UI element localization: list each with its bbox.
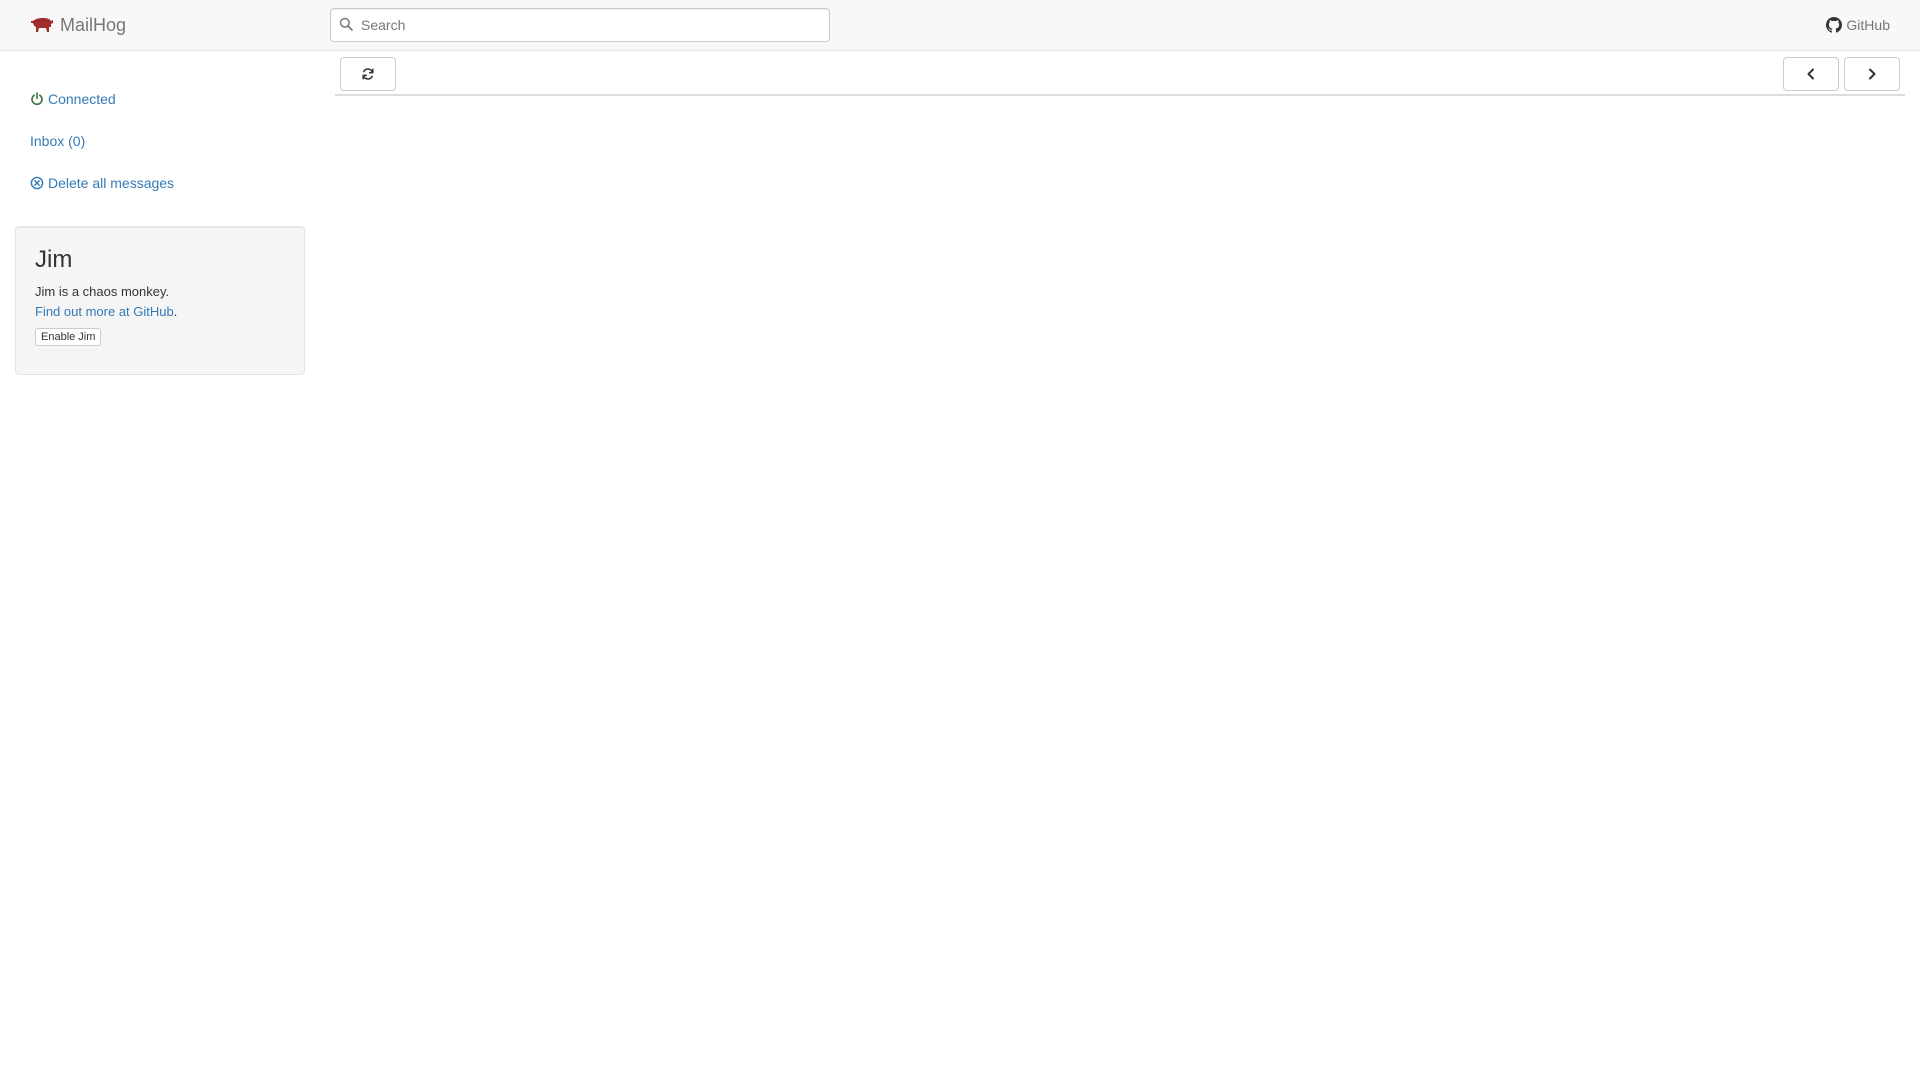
brand-link[interactable]: MailHog xyxy=(30,0,126,50)
pig-logo-icon xyxy=(30,16,54,34)
github-label: GitHub xyxy=(1846,17,1890,33)
message-toolbar xyxy=(335,51,1905,96)
jim-panel: Jim Jim is a chaos monkey. Find out more… xyxy=(15,226,305,375)
sidebar: Connected Inbox (0) Delete all messages … xyxy=(0,51,320,1080)
jim-title: Jim xyxy=(35,246,73,273)
next-page-button[interactable] xyxy=(1844,57,1900,91)
previous-page-button[interactable] xyxy=(1783,57,1839,91)
jim-github-link[interactable]: Find out more at GitHub xyxy=(35,304,174,319)
github-icon xyxy=(1826,17,1843,33)
delete-all-label: Delete all messages xyxy=(48,175,175,191)
connected-status-link[interactable]: Connected xyxy=(30,91,116,107)
search-input[interactable] xyxy=(330,8,830,42)
jim-more-suffix: . xyxy=(173,304,178,319)
jim-more-info: Find out more at GitHub. xyxy=(35,302,285,322)
sidebar-item-inbox[interactable]: Inbox (0) xyxy=(30,133,85,149)
github-link[interactable]: GitHub xyxy=(1826,0,1890,50)
refresh-icon xyxy=(361,67,375,81)
enable-jim-button[interactable]: Enable Jim xyxy=(35,328,102,346)
delete-all-messages-link[interactable]: Delete all messages xyxy=(30,175,174,191)
jim-description: Jim is a chaos monkey. xyxy=(35,284,170,299)
search-box xyxy=(330,8,830,42)
inbox-label: Inbox (0) xyxy=(30,133,86,149)
brand-name: MailHog xyxy=(60,14,127,35)
power-icon xyxy=(30,92,44,106)
top-navbar: MailHog GitHub xyxy=(0,0,1920,51)
chevron-right-icon xyxy=(1866,68,1878,80)
connected-label: Connected xyxy=(48,91,116,107)
chevron-left-icon xyxy=(1805,68,1817,80)
refresh-button[interactable] xyxy=(340,57,396,91)
remove-circle-icon xyxy=(30,176,44,190)
